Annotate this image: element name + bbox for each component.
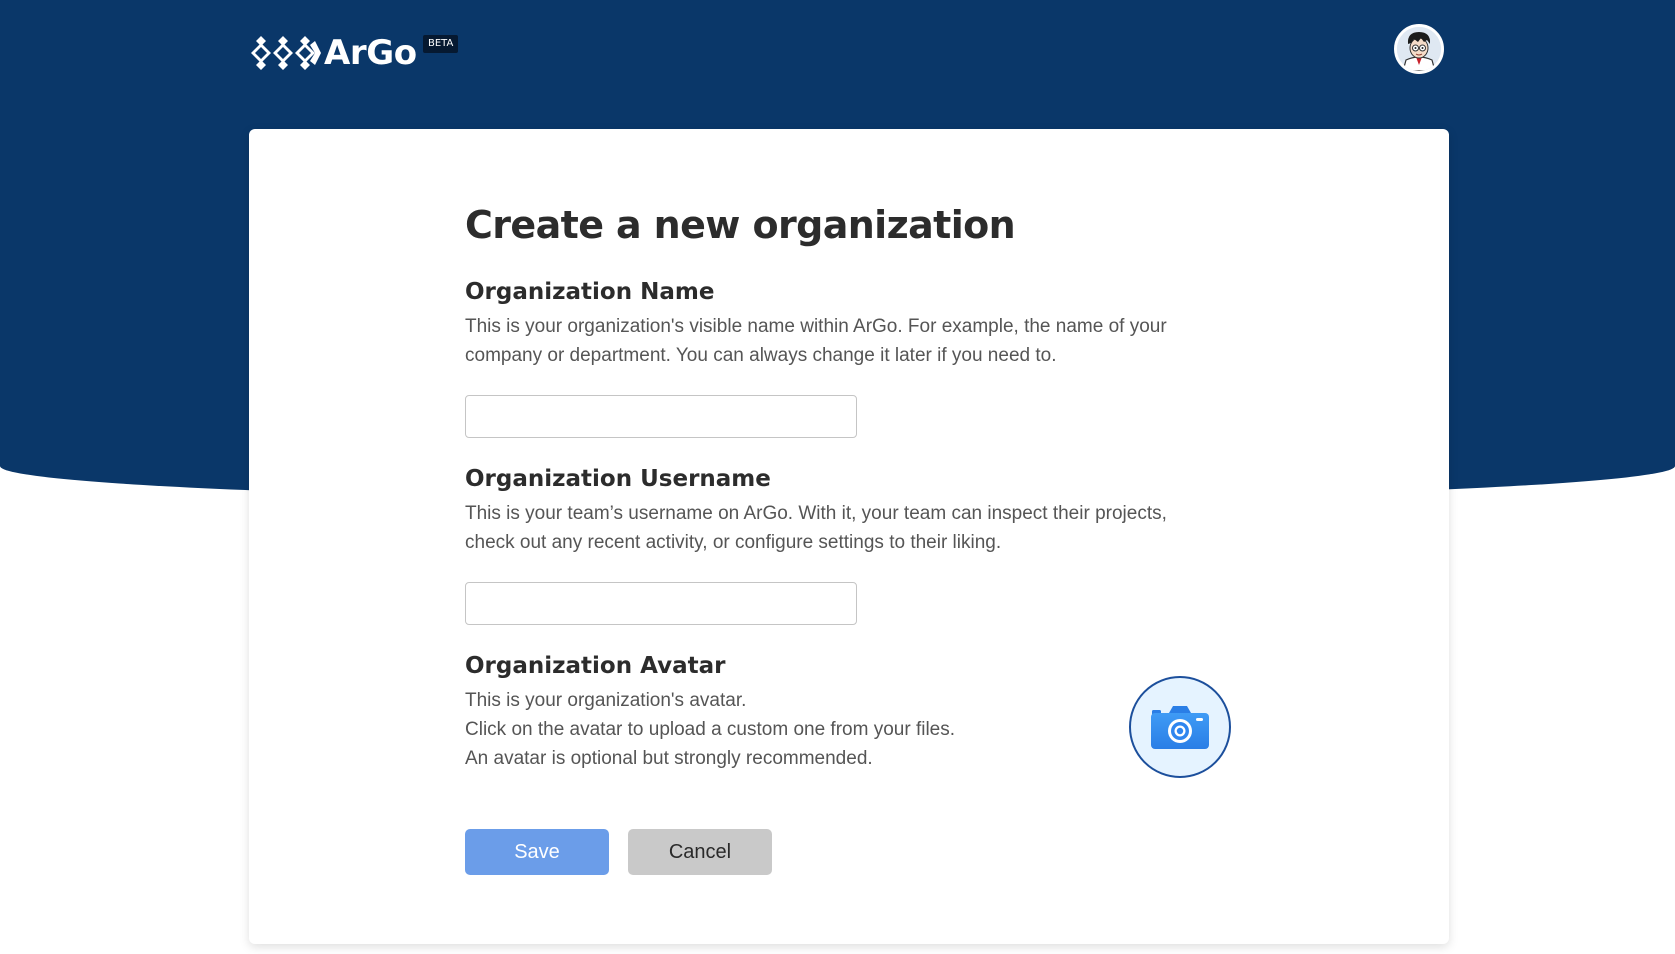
- organization-username-input[interactable]: [465, 582, 857, 625]
- description-line: Click on the avatar to upload a custom o…: [465, 719, 956, 740]
- brand-name: ArGo: [324, 33, 417, 73]
- description-line: company or department. You can always ch…: [465, 345, 1057, 366]
- user-avatar[interactable]: [1394, 24, 1444, 74]
- brand-logo[interactable]: ArGo: [249, 31, 417, 75]
- organization-avatar-upload[interactable]: [1129, 676, 1231, 778]
- argo-logo-icon: [251, 36, 321, 70]
- organization-username-label: Organization Username: [465, 466, 771, 492]
- organization-name-label: Organization Name: [465, 279, 715, 305]
- create-organization-card: Create a new organization Organization N…: [249, 129, 1449, 944]
- description-line: check out any recent activity, or config…: [465, 532, 1002, 553]
- organization-username-description: This is your team’s username on ArGo. Wi…: [465, 499, 1225, 557]
- save-button[interactable]: Save: [465, 829, 609, 875]
- user-avatar-icon: [1397, 27, 1441, 71]
- description-line: This is your team’s username on ArGo. Wi…: [465, 503, 1167, 524]
- organization-name-input[interactable]: [465, 395, 857, 438]
- page-title: Create a new organization: [465, 203, 1016, 247]
- organization-avatar-label: Organization Avatar: [465, 653, 726, 679]
- cancel-button[interactable]: Cancel: [628, 829, 772, 875]
- organization-avatar-description: This is your organization's avatar. Clic…: [465, 686, 1225, 773]
- organization-name-description: This is your organization's visible name…: [465, 312, 1225, 370]
- description-line: This is your organization's avatar.: [465, 690, 747, 711]
- beta-badge: BETA: [423, 35, 459, 53]
- camera-icon: [1151, 706, 1209, 749]
- description-line: An avatar is optional but strongly recom…: [465, 748, 873, 769]
- description-line: This is your organization's visible name…: [465, 316, 1167, 337]
